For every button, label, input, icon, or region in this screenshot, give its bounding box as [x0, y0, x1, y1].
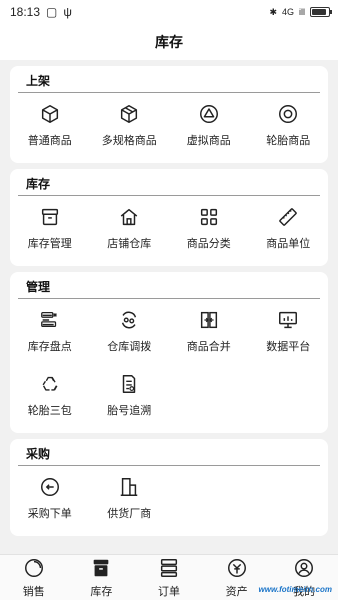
- tab-label: 订单: [157, 585, 180, 598]
- inventory-icon: [94, 559, 109, 576]
- menu-item-label: 商品单位: [266, 237, 311, 250]
- tab-label: 库存: [90, 585, 113, 598]
- section-card: 库存库存管理 店铺仓库 商品分类 商品单位: [10, 169, 328, 266]
- menu-item[interactable]: 胎号追溯: [90, 363, 170, 427]
- menu-item[interactable]: 库存管理: [10, 196, 90, 260]
- menu-item[interactable]: 店铺仓库: [90, 196, 170, 260]
- home-icon: [120, 208, 138, 225]
- section-card: 上架普通商品 多规格商品 虚拟商品 轮胎商品: [10, 66, 328, 163]
- section-grid: 采购下单 供货厂商: [10, 466, 328, 530]
- tab-sales[interactable]: 销售: [0, 555, 68, 600]
- section-grid: 库存盘点 仓库调拨 商品合并 数据平台轮胎三包 胎号追溯: [10, 299, 328, 427]
- menu-item-label: 采购下单: [27, 507, 72, 520]
- assets-icon: [227, 558, 246, 577]
- status-bar: 18:13 ▢ ψ ✱ 4G ill: [0, 0, 338, 24]
- menu-item[interactable]: 商品分类: [169, 196, 249, 260]
- section-title: 管理: [18, 276, 320, 299]
- grid-icon: [200, 208, 217, 225]
- menu-item-label: 多规格商品: [101, 134, 157, 147]
- watermark-text: www.fotimeirn.com: [258, 585, 333, 594]
- menu-item-label: 数据平台: [266, 340, 311, 353]
- page-title: 库存: [155, 34, 183, 50]
- tab-label: 资产: [225, 585, 248, 598]
- menu-item[interactable]: 数据平台: [249, 299, 329, 363]
- page-title-bar: 库存: [0, 24, 338, 60]
- menu-item[interactable]: 普通商品: [10, 93, 90, 157]
- menu-item-label: 虚拟商品: [186, 134, 231, 147]
- status-time: 18:13: [10, 5, 41, 19]
- menu-item-label: 轮胎商品: [266, 134, 311, 147]
- menu-item-label: 库存盘点: [27, 340, 72, 353]
- box-icon: [41, 208, 58, 225]
- bluetooth-icon: ✱: [269, 6, 277, 17]
- menu-item[interactable]: 库存盘点: [10, 299, 90, 363]
- tab-label: 销售: [22, 585, 45, 598]
- merge-icon: [200, 311, 217, 328]
- menu-item-label: 商品合并: [186, 340, 231, 353]
- menu-item-label: 供货厂商: [107, 507, 152, 520]
- recycle-icon: [42, 376, 58, 391]
- usb-icon: ψ: [63, 5, 72, 19]
- section-card: 采购采购下单 供货厂商: [10, 439, 328, 536]
- network-type: 4G: [281, 7, 294, 17]
- menu-item[interactable]: 轮胎三包: [10, 363, 90, 427]
- menu-item[interactable]: 供货厂商: [90, 466, 170, 530]
- section-title: 库存: [18, 173, 320, 196]
- factory-icon: [121, 477, 138, 496]
- section-title: 上架: [18, 70, 320, 93]
- menu-item-label: 库存管理: [27, 237, 72, 250]
- tab-inventory[interactable]: 库存: [68, 555, 136, 600]
- monitor-chart-icon: [279, 311, 298, 328]
- purchase-order-icon: [40, 477, 59, 496]
- menu-item[interactable]: 商品合并: [169, 299, 249, 363]
- transfer-icon: [122, 311, 137, 328]
- triangle-circle-icon: [199, 104, 218, 123]
- battery-icon: [310, 7, 332, 17]
- multi-cube-icon: [121, 104, 138, 123]
- menu-item[interactable]: 采购下单: [10, 466, 90, 530]
- orders-icon: [160, 558, 178, 577]
- section-title: 采购: [18, 443, 320, 466]
- menu-item[interactable]: 仓库调拨: [90, 299, 170, 363]
- ruler-icon: [279, 207, 298, 226]
- sales-icon: [24, 558, 43, 577]
- cube-icon: [41, 104, 58, 123]
- menu-item[interactable]: 多规格商品: [90, 93, 170, 157]
- menu-item-label: 商品分类: [186, 237, 231, 250]
- section-card: 管理库存盘点 仓库调拨 商品合并 数据平台轮胎三包 胎号追溯: [10, 272, 328, 433]
- checklist-icon: [40, 311, 57, 327]
- menu-item-label: 仓库调拨: [107, 340, 152, 353]
- document-search-icon: [123, 374, 136, 393]
- menu-item-label: 轮胎三包: [27, 404, 72, 417]
- profile-icon: [295, 558, 314, 577]
- signal-icon: ill: [299, 7, 305, 17]
- notification-icon: ▢: [46, 5, 58, 19]
- menu-item-label: 普通商品: [27, 134, 72, 147]
- sections-container: 上架 普通商品 多规格商品 虚拟商品 轮胎商品 库存 库存管理 店铺仓库 商品分类 商品单位 管理库…: [0, 60, 338, 536]
- section-grid: 库存管理 店铺仓库 商品分类 商品单位: [10, 196, 328, 260]
- menu-item[interactable]: 轮胎商品: [249, 93, 329, 157]
- section-grid: 普通商品 多规格商品 虚拟商品 轮胎商品: [10, 93, 328, 157]
- menu-item[interactable]: 商品单位: [249, 196, 329, 260]
- tab-orders[interactable]: 订单: [135, 555, 203, 600]
- menu-item[interactable]: 虚拟商品: [169, 93, 249, 157]
- tire-icon: [279, 104, 298, 123]
- menu-item-label: 胎号追溯: [107, 404, 152, 417]
- menu-item-label: 店铺仓库: [107, 237, 152, 250]
